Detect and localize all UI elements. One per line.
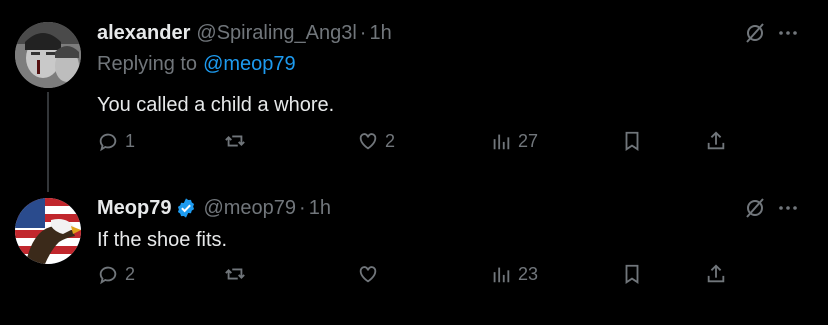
share-icon xyxy=(705,130,727,152)
bookmark-button[interactable] xyxy=(621,263,643,285)
action-bar: 2 23 xyxy=(97,263,737,293)
reply-mention-link[interactable]: @meop79 xyxy=(203,53,296,76)
share-icon xyxy=(705,263,727,285)
grok-icon[interactable] xyxy=(744,22,766,44)
view-count: 27 xyxy=(518,130,539,151)
verified-badge-icon xyxy=(175,197,197,219)
thread-line xyxy=(47,92,49,192)
bookmark-icon xyxy=(621,263,643,285)
reply-context: Replying to @meop79 xyxy=(97,50,828,78)
like-count: 2 xyxy=(385,130,396,151)
avatar-meop79[interactable] xyxy=(15,198,81,264)
heart-icon xyxy=(357,130,379,152)
author-name[interactable]: alexander xyxy=(97,22,190,45)
tweet-2[interactable]: Meop79 @meop79 · 1h If the shoe fits. 2 xyxy=(0,185,828,325)
tweet-text: If the shoe fits. xyxy=(97,228,228,251)
tweet-text: You called a child a whore. xyxy=(97,93,335,116)
like-button[interactable]: 2 xyxy=(357,130,395,152)
share-button[interactable] xyxy=(705,130,727,152)
repost-button[interactable] xyxy=(224,130,252,152)
more-options-icon[interactable] xyxy=(778,30,798,36)
author-name[interactable]: Meop79 xyxy=(97,197,171,220)
reply-icon xyxy=(97,263,119,285)
heart-icon xyxy=(357,263,379,285)
more-options-icon[interactable] xyxy=(778,205,798,211)
reply-icon xyxy=(97,130,119,152)
separator-dot: · xyxy=(299,196,306,219)
tweet-header: Meop79 @meop79 · 1h xyxy=(97,193,828,223)
separator-dot: · xyxy=(359,21,367,44)
repost-icon xyxy=(224,130,246,152)
author-handle[interactable]: @Spiraling_Ang3l xyxy=(196,22,356,45)
share-button[interactable] xyxy=(705,263,727,285)
repost-icon xyxy=(224,263,246,285)
reply-prefix: Replying to xyxy=(97,52,198,75)
tweet-1[interactable]: alexander @Spiraling_Ang3l · 1h Replying… xyxy=(0,0,828,192)
grok-icon[interactable] xyxy=(744,197,766,219)
avatar-alexander[interactable] xyxy=(15,22,81,88)
action-bar: 1 2 27 xyxy=(97,130,737,160)
views-icon xyxy=(490,130,512,152)
reply-button[interactable]: 1 xyxy=(97,130,135,152)
reply-count: 2 xyxy=(125,263,136,284)
reply-count: 1 xyxy=(125,130,136,151)
views-icon xyxy=(490,263,512,285)
author-handle[interactable]: @meop79 xyxy=(203,197,296,220)
bookmark-button[interactable] xyxy=(621,130,643,152)
like-button[interactable] xyxy=(357,263,385,285)
bookmark-icon xyxy=(621,130,643,152)
tweet-time[interactable]: 1h xyxy=(369,22,391,45)
repost-button[interactable] xyxy=(224,263,252,285)
reply-button[interactable]: 2 xyxy=(97,263,135,285)
view-count: 23 xyxy=(518,263,539,284)
tweet-header: alexander @Spiraling_Ang3l · 1h xyxy=(97,18,828,48)
views-button[interactable]: 23 xyxy=(490,263,538,285)
views-button[interactable]: 27 xyxy=(490,130,538,152)
tweet-time[interactable]: 1h xyxy=(309,197,331,220)
